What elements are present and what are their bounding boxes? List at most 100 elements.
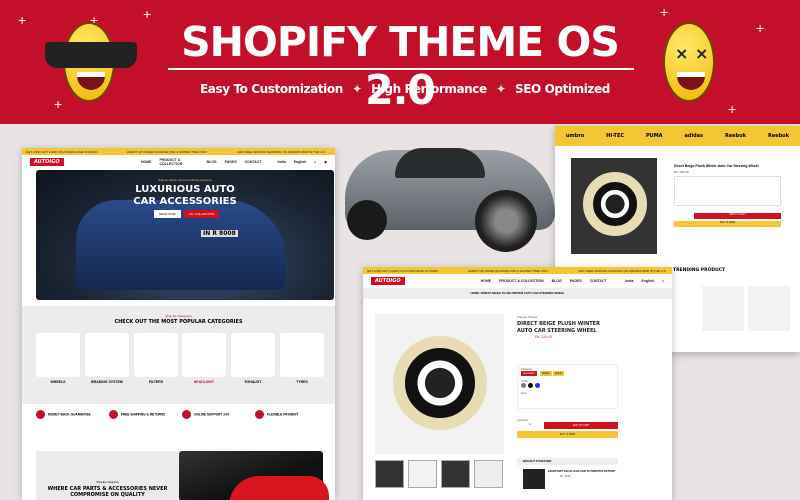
search-icon[interactable]: ⌕ [314, 160, 316, 164]
variant-picker[interactable] [674, 176, 781, 206]
category-exhaust[interactable] [231, 333, 275, 377]
nav-contact[interactable]: CONTACT [245, 160, 262, 164]
brand-logo: adidas [684, 133, 704, 139]
quantity-stepper[interactable]: 1 [517, 422, 543, 429]
category-label[interactable]: BRAKING SYSTEM [85, 380, 129, 384]
banner-title: SHOPIFY THEME OS 2.0 [181, 18, 620, 114]
brand-bar: umbro HI-TEC PUMA adidas Reebok Reebok [555, 126, 800, 146]
sunglasses-emoji-icon [45, 22, 137, 102]
categories-section: Shop By Categories CHECK OUT THE MOST PO… [22, 306, 335, 404]
category-braking[interactable] [85, 333, 129, 377]
nav-blog[interactable]: BLOG [207, 160, 217, 164]
price: Rs. 120.00 [674, 170, 689, 174]
feature-shipping: FREE SHIPPING & RETURNS [109, 410, 179, 419]
feature-support: ONLINE SUPPORT 24/7 [182, 410, 252, 419]
color-swatch[interactable] [528, 383, 533, 388]
sparkle-icon: ✦ [352, 82, 362, 96]
promo-block: Shop By Categories WHERE CAR PARTS & ACC… [36, 451, 179, 500]
nav-contact[interactable]: CONTACT [590, 279, 607, 283]
product-card[interactable] [702, 286, 744, 331]
hero-title: LUXURIOUS AUTO CAR ACCESSORIES [133, 184, 237, 207]
nav-home[interactable]: HOME [141, 160, 152, 164]
category-label[interactable]: EXHAUST [231, 380, 275, 384]
brand-logo: PUMA [645, 133, 663, 139]
language-select[interactable]: English [641, 279, 654, 283]
product-main-image [375, 314, 504, 454]
material-option[interactable]: Aluminium [521, 371, 537, 376]
brand-logo: Reebok [767, 133, 789, 139]
store-logo[interactable]: AUTOIGO [30, 158, 64, 166]
product-page-mockup: GET A $50 GIFT CARD ON A PURCHASE OF $10… [363, 267, 672, 500]
category-label[interactable]: WHEELS [36, 380, 80, 384]
bundle-price: Rs. 49.00 [560, 475, 571, 478]
all-collection-button[interactable]: ALL COLLECTION [184, 210, 220, 218]
buy-now-button[interactable]: BUY IT NOW [674, 221, 781, 227]
add-to-cart-button[interactable]: ADD TO CART [544, 422, 618, 429]
sparkle-icon: ✦ [496, 82, 506, 96]
announcement-bar: GET A $50 GIFT CARD ON A PURCHASE OF $10… [363, 267, 672, 274]
nav-pages[interactable]: PAGES [570, 279, 582, 283]
announcement-bar: GET A $50 GIFT CARD ON A PURCHASE OF $10… [22, 148, 335, 155]
feature: Easy To Customization [200, 82, 343, 96]
dizzy-emoji-icon: × × [663, 22, 715, 102]
category-filters[interactable] [134, 333, 178, 377]
bought-together-header[interactable]: BOUGHT TOGETHER [517, 458, 618, 465]
material-option[interactable]: Plastic [553, 371, 565, 376]
brand-logo: Reebok [725, 133, 747, 139]
plus-icon: + [660, 4, 669, 20]
category-label[interactable]: FILTERS [134, 380, 178, 384]
buy-now-button[interactable]: BUY IT NOW [517, 431, 618, 438]
red-car-image [179, 451, 329, 500]
thumbnail[interactable] [375, 460, 404, 488]
category-label[interactable]: TYRES [280, 380, 324, 384]
currency-select[interactable]: India [625, 279, 633, 283]
hero-car-image [76, 200, 286, 290]
color-swatch[interactable] [535, 383, 540, 388]
cat-kicker: Shop By Categories [165, 314, 192, 318]
divider [168, 68, 634, 70]
search-icon[interactable]: ⌕ [662, 279, 664, 283]
cat-title: CHECK OUT THE MOST POPULAR CATEGORIES [114, 319, 243, 325]
promo-banner: SHOPIFY THEME OS 2.0 Easy To Customizati… [0, 0, 800, 124]
product-title: DIRECT BEIGE PLUSH WINTER AUTO CAR STEER… [517, 321, 600, 334]
material-option[interactable]: Rubber [540, 371, 553, 376]
color-swatch[interactable] [521, 383, 526, 388]
language-select[interactable]: English [294, 160, 307, 164]
bundle-item-title[interactable]: EVERSTART VALUE LEAD ACID AUTOMOTIVE BAT… [548, 470, 618, 473]
nav-home[interactable]: HOME [481, 279, 492, 283]
section-title: TRENDING PRODUCT [673, 268, 726, 273]
cart-icon[interactable]: ◆ [324, 160, 327, 164]
add-to-cart-button[interactable]: ADD TO CART [694, 213, 781, 219]
shop-now-button[interactable]: SHOP NOW [154, 210, 181, 218]
currency-select[interactable]: India [278, 160, 286, 164]
thumbnail[interactable] [408, 460, 437, 488]
battery-image [523, 469, 545, 489]
product-card[interactable] [748, 286, 790, 331]
hero-slider: Enjoy an entirely new level of driving e… [36, 170, 334, 300]
feature-payment: FLEXIBLE PAYMENT [255, 410, 325, 419]
product-image [571, 158, 657, 254]
feature-list: Easy To Customization ✦ High Performance… [200, 82, 610, 96]
plus-icon: + [143, 6, 152, 22]
nav-products[interactable]: PRODUCT & COLLECTION [499, 279, 544, 283]
category-headlight[interactable] [182, 333, 226, 377]
plus-icon: + [756, 20, 765, 36]
nav-products[interactable]: PRODUCT & COLLECTION [159, 158, 198, 166]
ticker-item: GET FREE GROUND SHIPPING ON ORDERS $500 … [237, 149, 326, 154]
car-image [335, 130, 560, 265]
category-label[interactable]: HEADLIGHT [182, 380, 226, 384]
brand-logo: HI-TEC [606, 133, 625, 139]
category-tyres[interactable] [280, 333, 324, 377]
variant-picker: Material Aluminium Rubber Plastic Color … [517, 364, 618, 409]
brand-logo: umbro [565, 133, 585, 139]
nav-pages[interactable]: PAGES [225, 160, 237, 164]
product-title: Direct Beige Plush Winter Auto Car Steer… [674, 164, 759, 168]
category-wheels[interactable] [36, 333, 80, 377]
ticker-item: GET A $50 GIFT CARD ON A PURCHASE OF $10… [26, 149, 97, 154]
thumbnail[interactable] [441, 460, 470, 488]
navbar: AUTOIGO HOME PRODUCT & COLLECTION BLOG PAGE… [363, 274, 672, 288]
store-logo[interactable]: AUTOIGO [371, 277, 405, 285]
plus-icon: + [18, 12, 27, 28]
nav-blog[interactable]: BLOG [552, 279, 562, 283]
thumbnail[interactable] [474, 460, 503, 488]
